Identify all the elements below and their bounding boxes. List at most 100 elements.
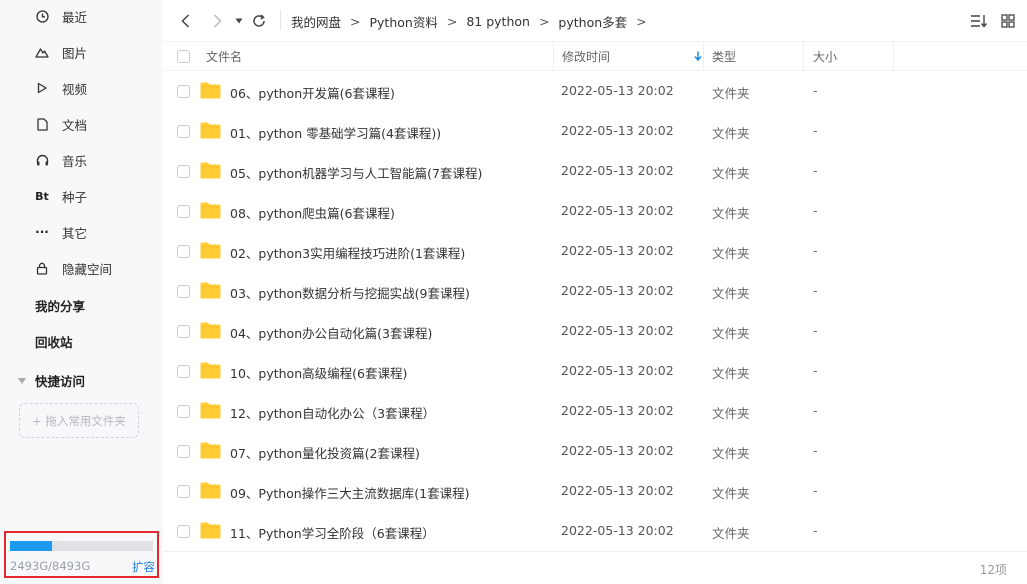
column-header-modified-label: 修改时间 xyxy=(562,49,611,64)
file-type: 文件夹 xyxy=(712,526,750,541)
sidebar-item-torrents[interactable]: Bt 种子 xyxy=(0,178,163,214)
footer-divider xyxy=(163,551,1027,552)
folder-icon xyxy=(200,482,221,499)
sidebar-item-documents[interactable]: 文档 xyxy=(0,106,163,142)
modified-time: 2022-05-13 20:02 xyxy=(561,243,674,258)
table-row[interactable]: 05、python机器学习与人工智能篇(7套课程) 2022-05-13 20:0… xyxy=(163,151,1027,191)
lock-icon xyxy=(34,260,50,276)
breadcrumb-separator: > xyxy=(538,14,550,29)
table-row[interactable]: 09、Python操作三大主流数据库(1套课程) 2022-05-13 20:02… xyxy=(163,471,1027,511)
row-checkbox[interactable] xyxy=(177,365,190,378)
sidebar-item-recycle-bin[interactable]: 回收站 xyxy=(35,332,73,351)
table-row[interactable]: 04、python办公自动化篇(3套课程) 2022-05-13 20:02 文件夹… xyxy=(163,311,1027,351)
row-checkbox[interactable] xyxy=(177,245,190,258)
sidebar-item-images[interactable]: 图片 xyxy=(0,34,163,70)
play-icon xyxy=(34,80,50,96)
table-row[interactable]: 06、python开发篇(6套课程) 2022-05-13 20:02 文件夹 - xyxy=(163,71,1027,111)
file-name[interactable]: 11、Python学习全阶段（6套课程） xyxy=(230,523,435,542)
forward-button[interactable] xyxy=(209,11,225,31)
table-row[interactable]: 10、python高级编程(6套课程) 2022-05-13 20:02 文件夹 - xyxy=(163,351,1027,391)
file-size: - xyxy=(813,83,818,98)
add-quick-folder-dropzone[interactable]: + 拖入常用文件夹 xyxy=(19,403,139,438)
bt-icon: Bt xyxy=(35,189,49,203)
file-name[interactable]: 10、python高级编程(6套课程) xyxy=(230,363,407,382)
table-row[interactable]: 08、python爬虫篇(6套课程) 2022-05-13 20:02 文件夹 - xyxy=(163,191,1027,231)
file-type: 文件夹 xyxy=(712,406,750,421)
file-name[interactable]: 06、python开发篇(6套课程) xyxy=(230,83,395,102)
refresh-icon xyxy=(253,14,265,27)
sidebar-item-label: 文档 xyxy=(62,117,88,133)
sort-options-button[interactable] xyxy=(969,11,989,31)
chevron-left-icon xyxy=(180,14,189,28)
row-checkbox[interactable] xyxy=(177,205,190,218)
row-checkbox[interactable] xyxy=(177,445,190,458)
modified-time: 2022-05-13 20:02 xyxy=(561,403,674,418)
caret-down-icon xyxy=(18,377,26,384)
file-name[interactable]: 07、python量化投资篇(2套课程) xyxy=(230,443,420,462)
table-row[interactable]: 01、python 零基础学习篇(4套课程)) 2022-05-13 20:02 文… xyxy=(163,111,1027,151)
back-button[interactable] xyxy=(177,11,193,31)
table-row[interactable]: 12、python自动化办公（3套课程） 2022-05-13 20:02 文件夹 - xyxy=(163,391,1027,431)
file-size: - xyxy=(813,363,818,378)
column-divider xyxy=(803,42,804,70)
column-header-modified[interactable]: 修改时间 xyxy=(562,42,702,70)
more-icon: ··· xyxy=(35,225,49,239)
sidebar-item-other[interactable]: ··· 其它 xyxy=(0,214,163,250)
breadcrumb-item-81-python[interactable]: 81 python xyxy=(466,14,530,29)
row-checkbox[interactable] xyxy=(177,405,190,418)
grid-view-button[interactable] xyxy=(999,11,1017,31)
row-checkbox[interactable] xyxy=(177,285,190,298)
file-size: - xyxy=(813,283,818,298)
file-name[interactable]: 02、python3实用编程技巧进阶(1套课程) xyxy=(230,243,465,262)
file-name[interactable]: 12、python自动化办公（3套课程） xyxy=(230,403,435,422)
select-all-checkbox[interactable] xyxy=(177,49,190,63)
sidebar-item-my-share[interactable]: 我的分享 xyxy=(35,296,85,315)
file-size: - xyxy=(813,523,818,538)
file-name[interactable]: 01、python 零基础学习篇(4套课程)) xyxy=(230,123,441,142)
quick-access-toggle[interactable]: 快捷访问 xyxy=(18,371,85,390)
sidebar-item-recent[interactable]: 最近 xyxy=(0,0,163,34)
file-name[interactable]: 04、python办公自动化篇(3套课程) xyxy=(230,323,432,342)
row-checkbox[interactable] xyxy=(177,165,190,178)
table-row[interactable]: 03、python数据分析与挖掘实战(9套课程) 2022-05-13 20:02… xyxy=(163,271,1027,311)
file-name[interactable]: 05、python机器学习与人工智能篇(7套课程) xyxy=(230,163,482,182)
storage-progress-bar xyxy=(10,541,153,551)
table-row[interactable]: 02、python3实用编程技巧进阶(1套课程) 2022-05-13 20:02… xyxy=(163,231,1027,271)
row-checkbox[interactable] xyxy=(177,325,190,338)
breadcrumb-item-current-folder[interactable]: python多套 xyxy=(558,12,627,31)
sidebar-item-videos[interactable]: 视频 xyxy=(0,70,163,106)
file-table-header: 文件名 修改时间 类型 大小 xyxy=(163,41,1027,71)
sidebar-item-label: 种子 xyxy=(62,189,88,205)
file-name[interactable]: 03、python数据分析与挖掘实战(9套课程) xyxy=(230,283,470,302)
modified-time: 2022-05-13 20:02 xyxy=(561,83,674,98)
row-checkbox[interactable] xyxy=(177,85,190,98)
sidebar-item-music[interactable]: 音乐 xyxy=(0,142,163,178)
select-all-checkbox-cell xyxy=(177,42,190,70)
column-divider xyxy=(893,42,894,70)
history-dropdown-button[interactable] xyxy=(234,11,244,31)
sidebar-item-label: 隐藏空间 xyxy=(62,261,113,277)
sidebar-item-hidden-space[interactable]: 隐藏空间 xyxy=(0,250,163,286)
row-checkbox[interactable] xyxy=(177,125,190,138)
column-header-name[interactable]: 文件名 xyxy=(206,42,242,70)
file-name[interactable]: 08、python爬虫篇(6套课程) xyxy=(230,203,395,222)
file-type: 文件夹 xyxy=(712,86,750,101)
breadcrumb-item-python-materials[interactable]: Python资料 xyxy=(370,12,438,31)
sort-list-icon xyxy=(971,15,988,28)
toolbar-divider xyxy=(280,10,281,30)
sidebar-item-label: 图片 xyxy=(62,45,88,61)
refresh-button[interactable] xyxy=(251,11,267,31)
row-checkbox[interactable] xyxy=(177,525,190,538)
folder-icon xyxy=(200,362,221,379)
file-name[interactable]: 09、Python操作三大主流数据库(1套课程) xyxy=(230,483,469,502)
table-row[interactable]: 07、python量化投资篇(2套课程) 2022-05-13 20:02 文件夹 - xyxy=(163,431,1027,471)
row-checkbox[interactable] xyxy=(177,485,190,498)
storage-used-text: 2493G/8493G xyxy=(10,559,91,573)
column-header-size[interactable]: 大小 xyxy=(813,42,837,70)
breadcrumb-item-my-drive[interactable]: 我的网盘 xyxy=(291,12,341,31)
table-row[interactable]: 11、Python学习全阶段（6套课程） 2022-05-13 20:02 文件夹 - xyxy=(163,511,1027,551)
folder-icon xyxy=(200,82,221,99)
file-type: 文件夹 xyxy=(712,206,750,221)
column-header-type[interactable]: 类型 xyxy=(712,42,736,70)
expand-storage-link[interactable]: 扩容 xyxy=(132,559,155,575)
